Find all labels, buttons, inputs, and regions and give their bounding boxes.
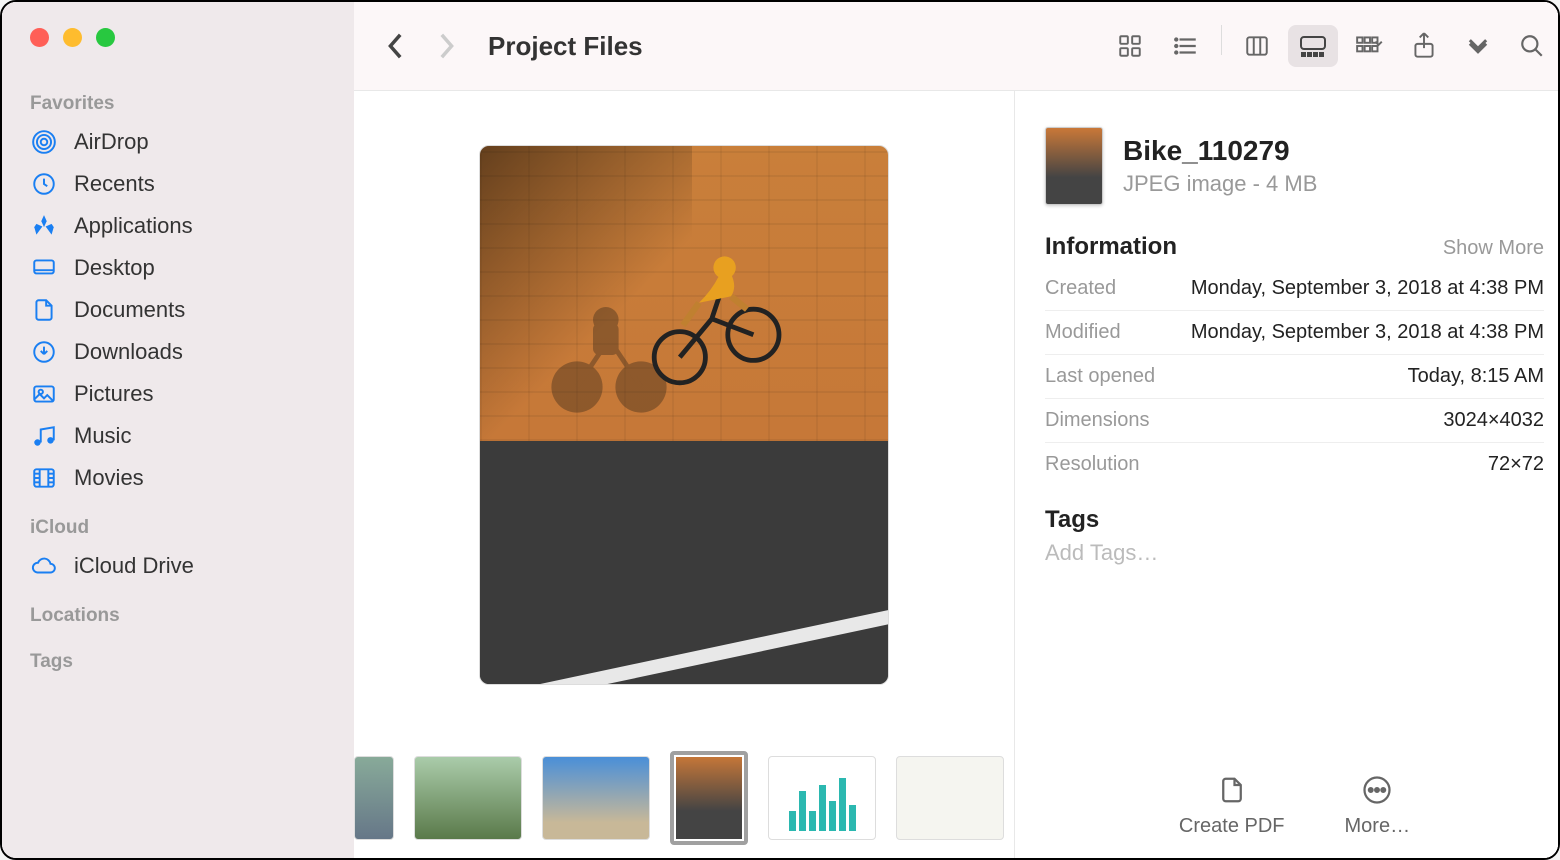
pictures-icon	[30, 380, 58, 408]
sidebar-section-favorites: Favorites	[2, 87, 354, 121]
sidebar-item-label: Desktop	[74, 255, 155, 281]
action-label: Create PDF	[1179, 815, 1285, 838]
group-by-button[interactable]	[1352, 28, 1388, 64]
sidebar-item-downloads[interactable]: Downloads	[2, 331, 354, 373]
icon-view-button[interactable]	[1105, 25, 1155, 67]
column-view-button[interactable]	[1232, 25, 1282, 67]
sidebar-section-icloud: iCloud	[2, 511, 354, 545]
view-mode-group	[1105, 25, 1338, 67]
file-kind: JPEG image - 4 MB	[1123, 171, 1317, 197]
show-more-button[interactable]: Show More	[1443, 237, 1544, 260]
gallery-preview-area	[354, 91, 1014, 858]
add-tags-field[interactable]: Add Tags…	[1045, 540, 1544, 566]
info-label: Last opened	[1045, 365, 1155, 388]
sidebar-item-recents[interactable]: Recents	[2, 163, 354, 205]
sidebar-section-tags: Tags	[2, 645, 354, 679]
zoom-window-button[interactable]	[96, 28, 115, 47]
back-button[interactable]	[378, 28, 414, 64]
sidebar-item-label: iCloud Drive	[74, 553, 194, 579]
list-view-button[interactable]	[1161, 25, 1211, 67]
file-name: Bike_110279	[1123, 135, 1317, 167]
more-toolbar-button[interactable]	[1460, 28, 1496, 64]
thumbnail-item[interactable]	[542, 756, 650, 840]
desktop-icon	[30, 254, 58, 282]
sidebar-item-label: Applications	[74, 213, 193, 239]
create-pdf-button[interactable]: Create PDF	[1179, 773, 1285, 838]
search-button[interactable]	[1514, 28, 1550, 64]
info-value: Monday, September 3, 2018 at 4:38 PM	[1191, 277, 1544, 300]
thumbnail-item-selected[interactable]	[670, 751, 748, 845]
sidebar-item-label: Downloads	[74, 339, 183, 365]
info-row-last-opened: Last opened Today, 8:15 AM	[1045, 355, 1544, 399]
forward-button[interactable]	[428, 28, 464, 64]
document-icon	[1215, 773, 1249, 807]
separator	[1221, 25, 1222, 55]
sidebar-item-label: Documents	[74, 297, 185, 323]
info-panel: Bike_110279 JPEG image - 4 MB Informatio…	[1014, 91, 1558, 858]
thumbnail-strip[interactable]	[354, 738, 1014, 858]
main-area: Project Files	[354, 2, 1558, 858]
quick-actions: Create PDF More…	[1045, 753, 1544, 838]
file-header: Bike_110279 JPEG image - 4 MB	[1045, 127, 1544, 205]
info-row-resolution: Resolution 72×72	[1045, 443, 1544, 486]
close-window-button[interactable]	[30, 28, 49, 47]
sidebar-section-locations: Locations	[2, 599, 354, 633]
thumbnail-item[interactable]	[354, 756, 394, 840]
thumbnail-item[interactable]	[414, 756, 522, 840]
sidebar-item-icloud-drive[interactable]: iCloud Drive	[2, 545, 354, 587]
finder-window: Favorites AirDrop Recents Applications D…	[2, 2, 1558, 858]
sidebar-item-desktop[interactable]: Desktop	[2, 247, 354, 289]
thumbnail-item[interactable]	[896, 756, 1004, 840]
info-row-modified: Modified Monday, September 3, 2018 at 4:…	[1045, 311, 1544, 355]
sidebar: Favorites AirDrop Recents Applications D…	[2, 2, 354, 858]
window-title: Project Files	[488, 31, 1091, 62]
information-heading: Information	[1045, 233, 1177, 261]
gallery-view-button[interactable]	[1288, 25, 1338, 67]
file-thumbnail-icon	[1045, 127, 1103, 205]
content-area: Bike_110279 JPEG image - 4 MB Informatio…	[354, 90, 1558, 858]
info-value: Monday, September 3, 2018 at 4:38 PM	[1191, 321, 1544, 344]
tags-heading: Tags	[1045, 506, 1544, 534]
large-preview	[354, 91, 1014, 738]
sidebar-item-label: Movies	[74, 465, 144, 491]
info-label: Created	[1045, 277, 1116, 300]
share-button[interactable]	[1406, 28, 1442, 64]
clock-icon	[30, 170, 58, 198]
toolbar: Project Files	[354, 2, 1558, 90]
more-icon	[1360, 773, 1394, 807]
sidebar-item-documents[interactable]: Documents	[2, 289, 354, 331]
applications-icon	[30, 212, 58, 240]
sidebar-item-applications[interactable]: Applications	[2, 205, 354, 247]
sidebar-item-airdrop[interactable]: AirDrop	[2, 121, 354, 163]
info-label: Resolution	[1045, 453, 1140, 476]
info-row-created: Created Monday, September 3, 2018 at 4:3…	[1045, 267, 1544, 311]
thumbnail-item[interactable]	[768, 756, 876, 840]
cloud-icon	[30, 552, 58, 580]
airdrop-icon	[30, 128, 58, 156]
sidebar-item-label: Recents	[74, 171, 155, 197]
sidebar-item-music[interactable]: Music	[2, 415, 354, 457]
film-icon	[30, 464, 58, 492]
sidebar-item-label: Pictures	[74, 381, 153, 407]
info-value: Today, 8:15 AM	[1408, 365, 1544, 388]
info-value: 72×72	[1488, 453, 1544, 476]
download-icon	[30, 338, 58, 366]
info-row-dimensions: Dimensions 3024×4032	[1045, 399, 1544, 443]
toolbar-right	[1352, 28, 1550, 64]
more-actions-button[interactable]: More…	[1345, 773, 1411, 838]
sidebar-item-movies[interactable]: Movies	[2, 457, 354, 499]
info-value: 3024×4032	[1443, 409, 1544, 432]
info-label: Dimensions	[1045, 409, 1149, 432]
sidebar-item-label: Music	[74, 423, 131, 449]
music-icon	[30, 422, 58, 450]
document-icon	[30, 296, 58, 324]
window-controls	[2, 28, 354, 47]
action-label: More…	[1345, 815, 1411, 838]
preview-image[interactable]	[479, 145, 889, 685]
info-label: Modified	[1045, 321, 1121, 344]
sidebar-item-pictures[interactable]: Pictures	[2, 373, 354, 415]
sidebar-item-label: AirDrop	[74, 129, 149, 155]
minimize-window-button[interactable]	[63, 28, 82, 47]
